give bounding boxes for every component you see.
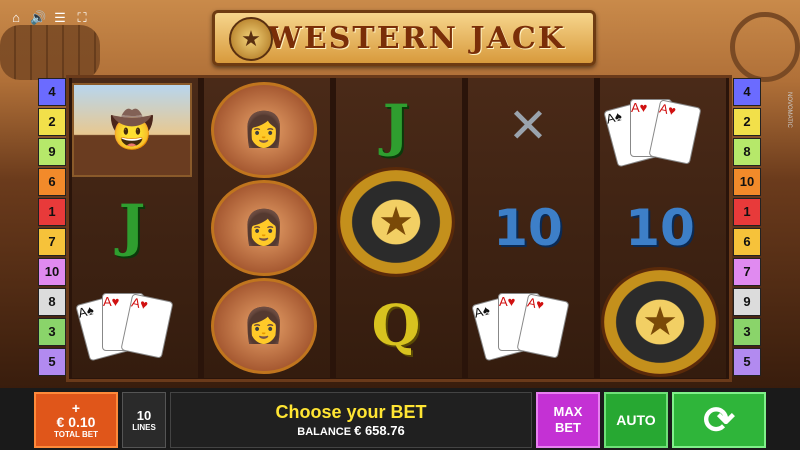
payline-indicator-left-7[interactable]: 7 — [38, 228, 66, 256]
reel-1: 🤠 J A♠ A♥ A♥ — [72, 78, 198, 378]
payline-indicator-left-4[interactable]: 4 — [38, 78, 66, 106]
payline-indicator-left-10[interactable]: 10 — [38, 258, 66, 286]
total-bet-button[interactable]: + € 0.10 TOTAL BET — [34, 392, 118, 448]
cowgirl-portrait-icon: 👩 — [211, 82, 317, 178]
auto-button[interactable]: AUTO — [604, 392, 668, 448]
symbol-cards: A♠ A♥ A♥ — [600, 82, 720, 178]
symbol-revolvers: ✕ — [468, 78, 588, 174]
payline-indicator-right-3[interactable]: 3 — [733, 318, 761, 346]
reel-4: ✕ 10 A♠ A♥ A♥ — [468, 78, 594, 378]
payline-indicator-left-8[interactable]: 8 — [38, 288, 66, 316]
symbol-cowboy: 🤠 — [72, 82, 192, 178]
payline-indicator-right-6[interactable]: 6 — [733, 228, 761, 256]
reel-5: A♠ A♥ A♥ 10 ★ — [600, 78, 726, 378]
spin-button[interactable]: ⟳ — [672, 392, 766, 448]
cowgirl-portrait-icon: 👩 — [211, 278, 317, 374]
payline-indicator-left-5[interactable]: 5 — [38, 348, 66, 376]
symbol-10: 10 — [625, 199, 695, 257]
plus-icon: + — [71, 399, 81, 416]
top-toolbar: ⌂ 🔊 ☰ ⛶ — [8, 10, 90, 26]
payline-indicator-right-8[interactable]: 8 — [733, 138, 761, 166]
total-bet-label: TOTAL BET — [54, 429, 98, 439]
symbol-woman: 👩 — [204, 278, 324, 374]
sound-icon[interactable]: 🔊 — [30, 10, 46, 26]
payline-indicator-right-1[interactable]: 1 — [733, 198, 761, 226]
reel-2: 👩 👩 👩 — [204, 78, 330, 378]
lines-button[interactable]: 10 LINES — [122, 392, 166, 448]
payline-indicator-right-9[interactable]: 9 — [733, 288, 761, 316]
sheriff-badge-icon: ★ — [601, 267, 719, 377]
spin-arrows-icon: ⟳ — [703, 399, 735, 442]
max-bet-label: MAX BET — [553, 404, 583, 435]
symbol-j: J — [118, 193, 146, 259]
payline-indicator-right-4[interactable]: 4 — [733, 78, 761, 106]
total-bet-amount: € 0.10 — [56, 413, 96, 430]
payline-indicator-right-5[interactable]: 5 — [733, 348, 761, 376]
message-text: Choose your BET — [275, 402, 427, 422]
balance-value: € 658.76 — [354, 423, 405, 438]
menu-icon[interactable]: ☰ — [52, 10, 68, 26]
cowgirl-portrait-icon: 👩 — [211, 180, 317, 276]
message-panel: Choose your BET BALANCE € 658.76 — [170, 392, 532, 448]
lines-label: LINES — [132, 423, 156, 432]
payline-indicator-left-1[interactable]: 1 — [38, 198, 66, 226]
payline-indicator-left-9[interactable]: 9 — [38, 138, 66, 166]
fullscreen-icon[interactable]: ⛶ — [74, 10, 90, 26]
balance-display: BALANCE € 658.76 — [297, 423, 404, 438]
wagon-wheel-decoration — [730, 12, 800, 82]
symbol-10: 10 — [493, 199, 563, 257]
provider-label: NOVOMATIC — [786, 92, 792, 128]
auto-label: AUTO — [616, 412, 656, 428]
symbol-woman: 👩 — [204, 180, 324, 276]
lines-count: 10 — [136, 408, 152, 423]
symbol-sheriff-badge: ★ — [336, 167, 456, 277]
max-bet-button[interactable]: MAX BET — [536, 392, 600, 448]
payline-indicator-right-2[interactable]: 2 — [733, 108, 761, 136]
payline-indicator-right-10[interactable]: 10 — [733, 168, 761, 196]
payline-indicator-right-7[interactable]: 7 — [733, 258, 761, 286]
reel-3: J ★ Q — [336, 78, 462, 378]
symbol-cards: A♠ A♥ A♥ — [468, 276, 588, 372]
symbol-cards: A♠ A♥ A♥ — [72, 276, 192, 372]
home-icon[interactable]: ⌂ — [8, 10, 24, 26]
sheriff-badge-icon: ★ — [337, 167, 455, 277]
game-logo: ★ WESTERN JACK — [212, 10, 596, 66]
revolvers-icon: ✕ — [507, 100, 549, 153]
payline-indicator-left-2[interactable]: 2 — [38, 108, 66, 136]
barrel-decoration — [0, 25, 100, 80]
cowboy-portrait-icon: 🤠 — [72, 83, 192, 177]
symbol-q: Q — [371, 293, 421, 359]
symbol-j: J — [382, 93, 410, 159]
symbol-sheriff-badge: ★ — [600, 267, 720, 377]
payline-indicators-left: 4 2 9 6 1 7 10 8 3 5 — [38, 78, 68, 378]
payline-indicator-left-3[interactable]: 3 — [38, 318, 66, 346]
payline-indicator-left-6[interactable]: 6 — [38, 168, 66, 196]
balance-label: BALANCE — [297, 426, 352, 438]
symbol-woman: 👩 — [204, 82, 324, 178]
payline-indicators-right: 4 2 8 10 1 6 7 9 3 5 — [733, 78, 763, 378]
sheriff-star-icon: ★ — [229, 17, 273, 61]
logo-title: WESTERN JACK — [268, 20, 566, 56]
